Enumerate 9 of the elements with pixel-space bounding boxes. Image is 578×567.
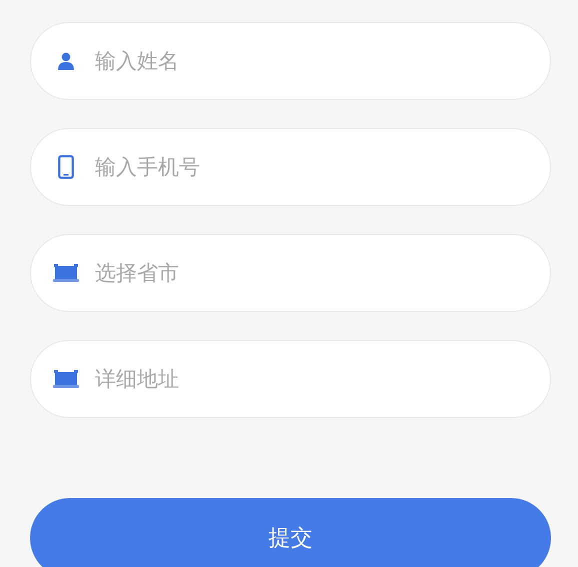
input-field[interactable]: 选择省市 (30, 234, 551, 312)
tray-icon (53, 263, 79, 283)
input-field[interactable]: 输入姓名 (30, 22, 551, 100)
person-icon (57, 52, 75, 70)
submit-button[interactable]: 提交 (30, 498, 551, 567)
tray-icon (53, 369, 79, 389)
input-field[interactable]: 详细地址 (30, 340, 551, 418)
input-field[interactable]: 输入手机号 (30, 128, 551, 206)
phone-icon (58, 155, 74, 179)
